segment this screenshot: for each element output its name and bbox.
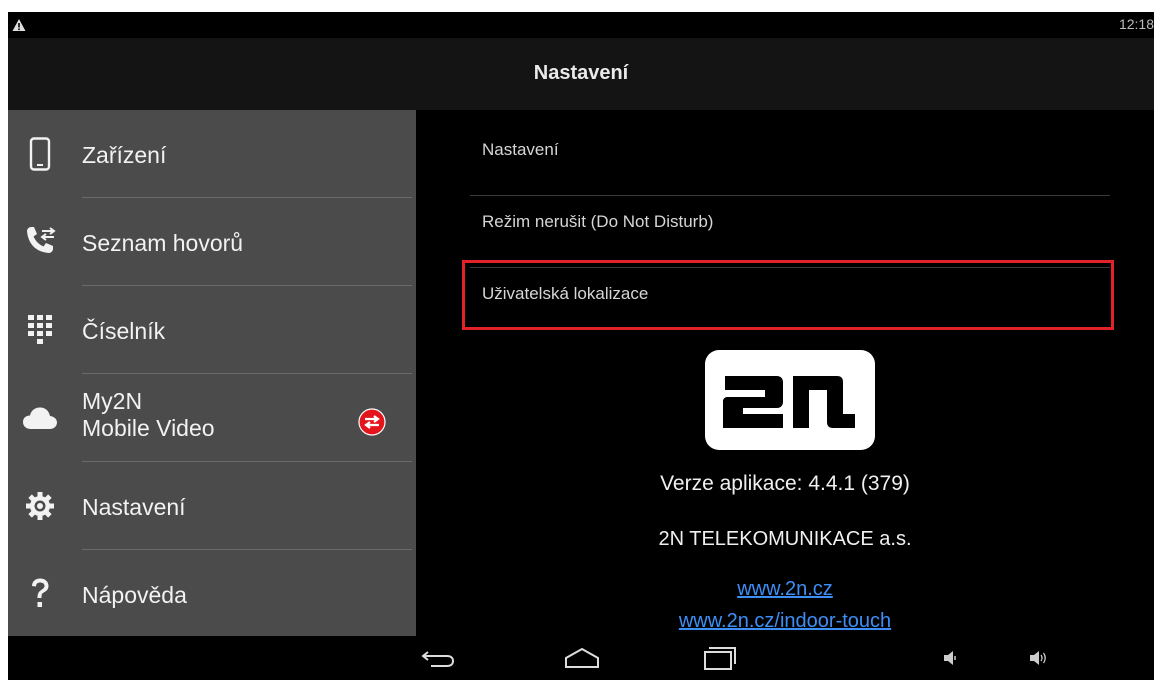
page-title: Nastavení (533, 62, 629, 84)
2n-logo-icon (723, 376, 855, 428)
sidebar-item-call-log[interactable]: Seznam hovorů (8, 198, 416, 286)
highlight-frame (462, 260, 1114, 330)
company-name: 2N TELEKOMUNIKACE a.s. (658, 528, 912, 550)
cloud-icon (22, 400, 58, 436)
recents-icon[interactable] (700, 644, 740, 672)
dialpad-icon (22, 312, 58, 348)
app-version: Verze aplikace: 4.4.1 (379) (660, 472, 910, 495)
sidebar-item-my2n[interactable]: My2N Mobile Video (8, 374, 416, 462)
settings-row-label: Režim nerušit (Do Not Disturb) (482, 212, 714, 231)
sidebar-item-label: Číselník (82, 318, 166, 344)
warning-triangle-icon (12, 19, 26, 31)
label-line-1: My2N (82, 388, 143, 414)
indoor-touch-link[interactable]: www.2n.cz/indoor-touch (416, 610, 1154, 633)
device-phone-icon (22, 136, 58, 172)
sidebar-item-help[interactable]: Nápověda (8, 550, 416, 638)
device-screen: 12:18 Nastavení Zařízení Seznam hovorů Č… (8, 12, 1154, 680)
navigation-bar (8, 636, 1154, 680)
sidebar-item-label: Zařízení (82, 142, 167, 168)
settings-row-label: Nastavení (482, 140, 559, 159)
gear-icon (22, 488, 58, 524)
help-icon (22, 576, 58, 612)
volume-down-icon[interactable] (930, 644, 970, 672)
sidebar-item-label: Seznam hovorů (82, 230, 244, 256)
sidebar-item-device[interactable]: Zařízení (8, 110, 416, 198)
title-bar: Nastavení (8, 38, 1154, 110)
sidebar-item-dialpad[interactable]: Číselník (8, 286, 416, 374)
sidebar-item-settings[interactable]: Nastavení (8, 462, 416, 550)
sidebar-item-label: My2N Mobile Video (82, 388, 215, 442)
status-bar: 12:18 (8, 12, 1154, 38)
label-line-2: Mobile Video (82, 415, 215, 441)
sync-badge-icon (358, 408, 386, 436)
back-icon[interactable] (418, 644, 458, 672)
settings-content: Nastavení Režim nerušit (Do Not Disturb)… (416, 110, 1154, 636)
sidebar: Zařízení Seznam hovorů Číselník My2N Mob… (8, 110, 416, 636)
website-link[interactable]: www.2n.cz (416, 578, 1154, 601)
sidebar-item-label: Nastavení (82, 494, 186, 520)
status-clock: 12:18 (1118, 16, 1154, 32)
2n-logo (705, 350, 875, 450)
volume-up-icon[interactable] (1018, 644, 1058, 672)
sidebar-item-label: Nápověda (82, 582, 187, 608)
home-icon[interactable] (562, 644, 602, 672)
call-log-icon (22, 224, 58, 260)
settings-row-do-not-disturb[interactable]: Režim nerušit (Do Not Disturb) (470, 182, 1110, 268)
